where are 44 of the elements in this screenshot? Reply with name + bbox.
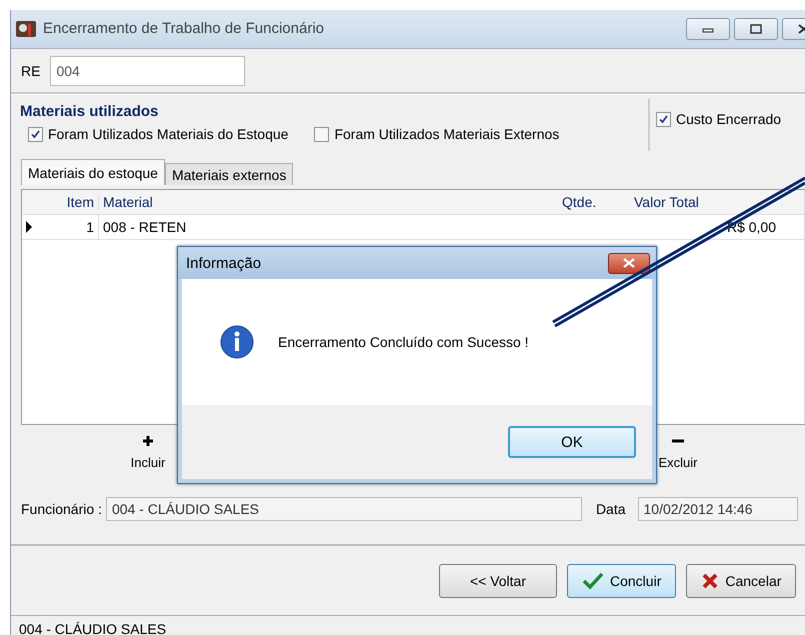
re-field[interactable]: 004 <box>50 56 246 86</box>
minimize-button[interactable] <box>686 18 730 40</box>
tools-icon <box>15 18 37 39</box>
tab[interactable]: Materiais externos <box>164 163 294 186</box>
employee-field[interactable]: 004 - CLÁUDIO SALES <box>106 497 582 522</box>
dialog-title: Informação <box>186 254 262 272</box>
dialog-message: Encerramento Concluído com Sucesso ! <box>278 334 529 350</box>
cross-icon <box>701 572 720 590</box>
check-icon <box>582 572 604 590</box>
employee-label: Funcionário : <box>21 501 102 518</box>
maximize-button[interactable] <box>734 18 778 40</box>
column-header: Item <box>66 194 95 210</box>
checkbox[interactable] <box>314 126 330 142</box>
close-icon <box>623 258 635 268</box>
action-button[interactable]: << Voltar <box>439 564 557 598</box>
action-button[interactable]: Cancelar <box>686 564 796 598</box>
action-button[interactable]: Excluir <box>653 425 703 486</box>
date-field[interactable]: 10/02/2012 14:46 <box>638 497 798 522</box>
action-button[interactable]: Concluir <box>567 564 676 598</box>
row-pointer-icon <box>25 220 33 234</box>
checkbox-label: Custo Encerrado <box>676 111 782 128</box>
status-bar: 004 - CLÁUDIO SALES <box>11 615 805 635</box>
checkbox[interactable] <box>656 112 671 127</box>
table-cell: 1 <box>86 219 94 236</box>
window-title: Encerramento de Trabalho de Funcionário <box>43 20 324 38</box>
column-header: Material <box>98 194 558 210</box>
table-cell: 008 - RETEN <box>103 219 186 236</box>
checkbox-label: Foram Utilizados Materiais Externos <box>334 126 560 142</box>
checkbox-label: Foram Utilizados Materiais do Estoque <box>48 126 288 142</box>
tab[interactable]: Materiais do estoque <box>21 159 165 186</box>
re-label: RE <box>21 62 40 78</box>
column-header: Qtde. <box>561 194 598 210</box>
info-icon <box>220 325 254 359</box>
date-label: Data <box>596 501 626 518</box>
section-title: Materiais utilizados <box>20 103 160 120</box>
checkbox[interactable] <box>28 126 43 142</box>
action-button[interactable]: Incluir <box>123 425 173 486</box>
maximize-icon <box>750 24 762 34</box>
check-icon <box>30 128 41 140</box>
plus-icon <box>142 435 154 448</box>
check-icon <box>658 114 669 125</box>
close-button[interactable] <box>608 252 650 274</box>
column-header: Valor Total <box>633 194 700 210</box>
ok-button[interactable]: OK <box>508 426 636 458</box>
